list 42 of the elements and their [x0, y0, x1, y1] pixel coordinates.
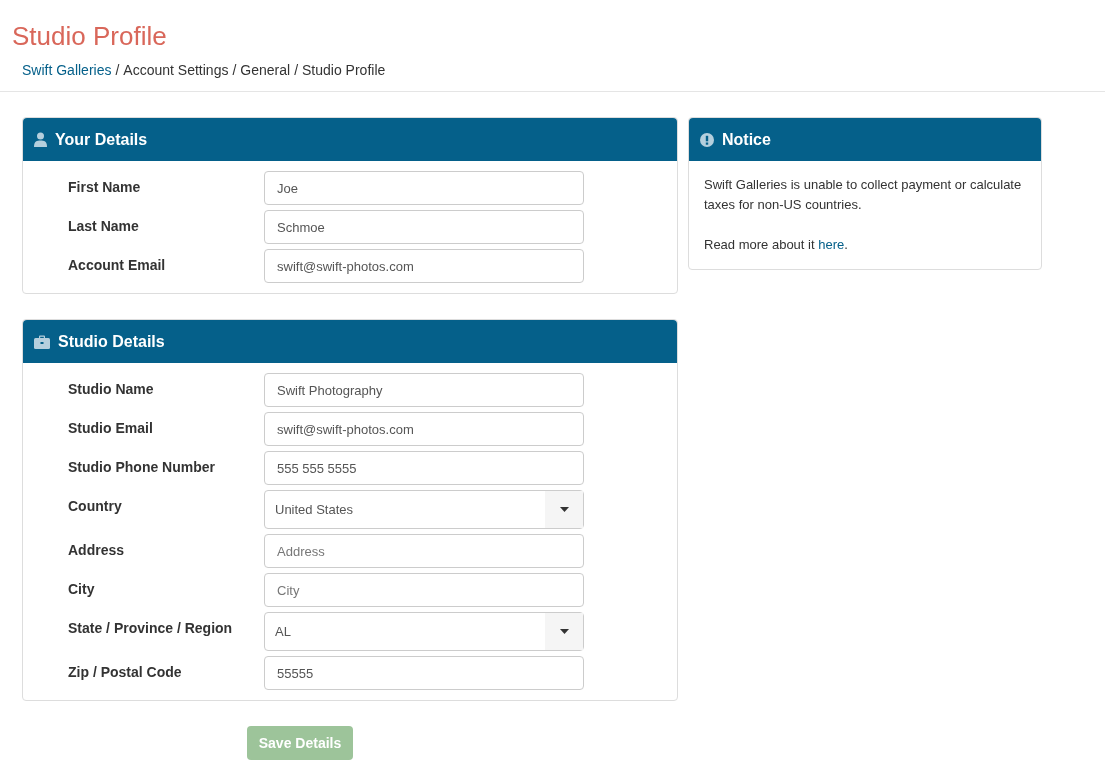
caret-icon	[559, 507, 569, 512]
text-field[interactable]: swift@swift-photos.com	[264, 412, 584, 446]
field-label: Country	[68, 497, 123, 516]
text-field[interactable]: Schmoe	[264, 210, 584, 244]
field-label: Last Name	[68, 217, 140, 236]
user-icon	[34, 132, 47, 147]
breadcrumb-separator: /	[232, 62, 237, 78]
exclamation-icon	[700, 132, 714, 147]
panel-title: Notice	[722, 129, 771, 150]
page-title: Studio Profile	[12, 20, 168, 52]
breadcrumb-separator: /	[115, 62, 120, 78]
breadcrumb-item: Studio Profile	[302, 62, 386, 78]
read-more-text: Read more about it here.	[704, 236, 849, 254]
notice-text: Swift Galleries is unable to collect payment or calculate taxes for non-US countries.	[704, 176, 1023, 214]
field-label: Studio Email	[68, 419, 154, 438]
caret-icon	[559, 629, 569, 634]
field-label: Address	[68, 541, 126, 560]
select-field[interactable]: AL	[264, 612, 584, 651]
select-field[interactable]: United States	[264, 490, 584, 529]
breadcrumb-link[interactable]: Swift Galleries	[22, 62, 112, 78]
text-field[interactable]: Address	[264, 534, 584, 568]
panel-title: Studio Details	[58, 331, 165, 352]
field-label: State / Province / Region	[68, 619, 234, 638]
text-field[interactable]: swift@swift-photos.com	[264, 249, 584, 283]
text-field[interactable]: Swift Photography	[264, 373, 584, 407]
field-label: Studio Name	[68, 380, 155, 399]
select-value: United States	[274, 500, 355, 519]
text-field[interactable]: 55555	[264, 656, 584, 690]
breadcrumb-item: General	[240, 62, 291, 78]
text-field[interactable]: City	[264, 573, 584, 607]
field-label: Account Email	[68, 256, 167, 275]
panel-title: Your Details	[55, 129, 148, 150]
breadcrumb-separator: /	[294, 62, 298, 78]
field-label: City	[68, 580, 96, 599]
field-label: First Name	[68, 178, 142, 197]
select-value: AL	[274, 622, 292, 641]
field-label: Studio Phone Number	[68, 458, 216, 477]
text-field[interactable]: 555 555 5555	[264, 451, 584, 485]
briefcase-icon	[34, 334, 50, 349]
text-field[interactable]: Joe	[264, 171, 584, 205]
breadcrumb-item: Account Settings	[123, 62, 229, 78]
field-label: Zip / Postal Code	[68, 663, 183, 682]
